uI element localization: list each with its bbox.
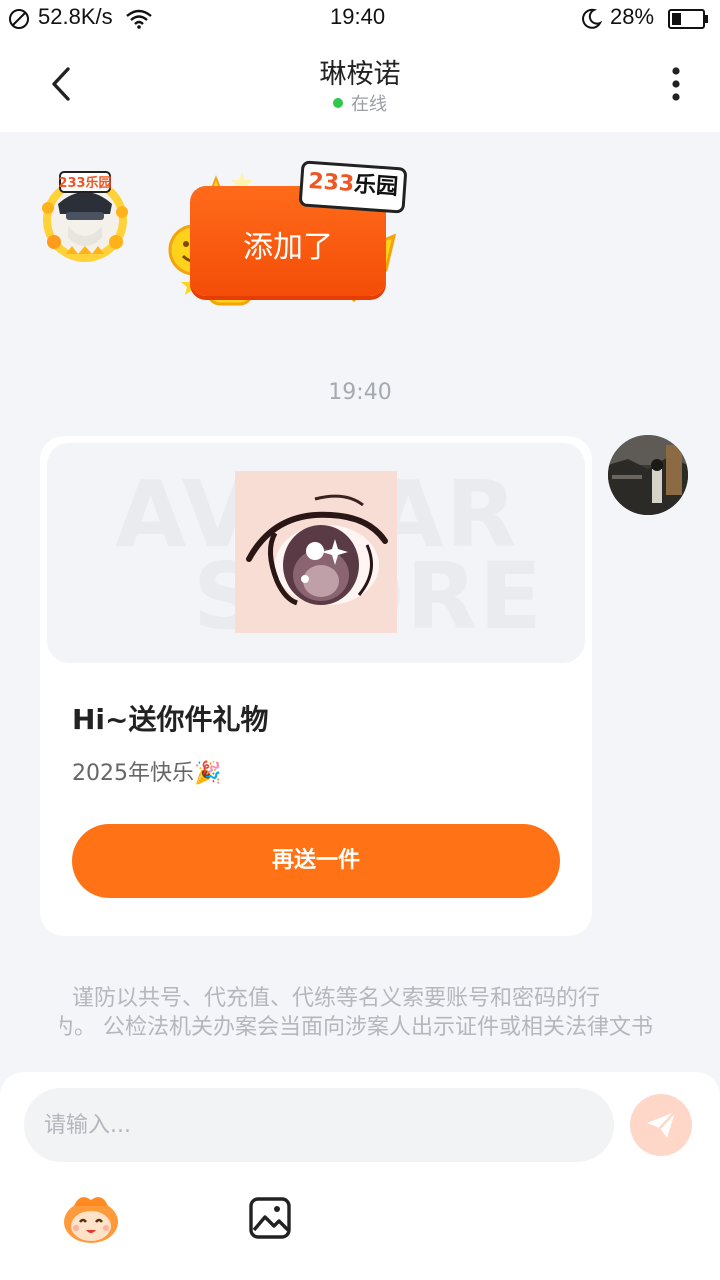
user-avatar[interactable] <box>608 435 688 515</box>
do-not-disturb-icon <box>9 9 29 29</box>
message-timestamp: 19:40 <box>328 380 392 405</box>
online-status: 在线 <box>0 90 720 116</box>
send-button[interactable] <box>630 1094 692 1156</box>
gift-card-image: AVATAR STORE <box>47 443 585 663</box>
notice-line1: 谨防以共号、代充值、代练等名义索要账号和密码的行 <box>72 986 601 1011</box>
gift-card-title: Hi~送你件礼物 <box>72 703 269 736</box>
badge-text: 乐园 <box>353 172 399 201</box>
contact-name: 琳桉诺 <box>319 59 401 90</box>
image-icon[interactable] <box>248 1196 292 1240</box>
more-vertical-icon[interactable] <box>668 66 684 106</box>
233-logo-badge: 233乐园 <box>298 160 408 214</box>
sticker-text: 添加了 <box>243 230 333 265</box>
chat-header: 琳桉诺 在线 <box>0 38 720 132</box>
online-dot <box>333 98 343 108</box>
send-icon <box>647 1111 676 1138</box>
emoji-mascot-icon[interactable] <box>62 1192 120 1244</box>
svg-text:233乐园: 233乐园 <box>58 175 111 191</box>
battery-percent: 28% <box>610 4 655 29</box>
battery-icon <box>668 9 708 29</box>
contact-avatar[interactable]: 233乐园 <box>36 168 134 266</box>
status-bar: 52.8K/s 19:40 28% <box>0 0 720 38</box>
online-status-label: 在线 <box>351 94 387 115</box>
notice-line2: 为。 公检法机关办案会当面向涉案人出示证件或相关法律文书 <box>60 1015 653 1040</box>
message-input[interactable] <box>24 1088 614 1162</box>
moon-icon <box>582 8 602 29</box>
resend-gift-button[interactable]: 再送一件 <box>72 824 560 898</box>
gift-card-subtitle: 2025年快乐🎉 <box>72 761 222 786</box>
clock: 19:40 <box>330 4 386 29</box>
wifi-icon <box>126 9 152 29</box>
network-speed: 52.8K/s <box>38 4 113 29</box>
badge-number: 233 <box>307 168 355 198</box>
safety-notice: 谨防以共号、代充值、代练等名义索要账号和密码的行 为。 公检法机关办案会当面向涉… <box>60 984 662 1044</box>
anime-eye-item <box>235 471 397 633</box>
